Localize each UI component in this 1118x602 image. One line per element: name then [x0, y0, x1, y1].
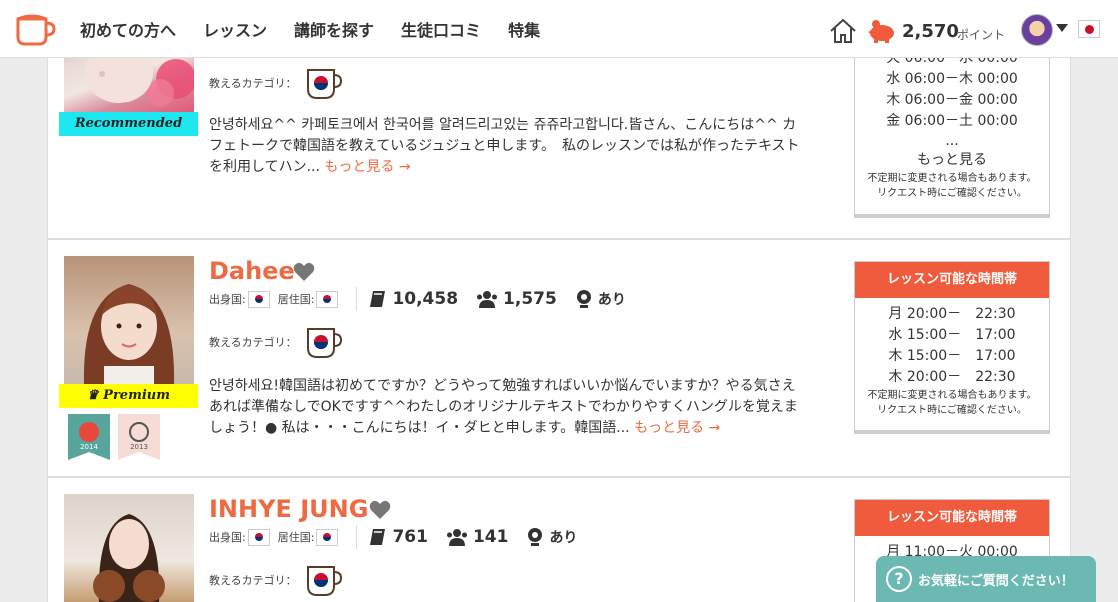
tutor-intro: 안녕하세요^^ 카페토크에서 한국어를 알려드리고있는 쥬쥬라고합니다.皆さん、…: [209, 115, 809, 178]
teach-category-label: 教えるカテゴリ：: [209, 77, 297, 90]
award-year: 2013: [130, 443, 148, 451]
nav-reviews[interactable]: 生徒口コミ: [401, 17, 481, 41]
student-count: 141: [446, 527, 509, 547]
tutor-photo[interactable]: [64, 256, 194, 384]
residence-label: 居住国:: [277, 293, 315, 306]
student-count-value: 1,575: [503, 289, 557, 309]
heart-icon[interactable]: [369, 500, 391, 520]
schedule-box: レッスン可能な時間帯 月 20:00－ 22:30 水 15:00－ 17:00…: [854, 261, 1050, 434]
residence-label: 居住国:: [277, 531, 315, 544]
student-count-value: 141: [472, 527, 509, 547]
nav-find-tutor[interactable]: 講師を探す: [294, 17, 374, 41]
schedule-slot: 月 20:00－ 22:30: [888, 306, 1016, 322]
teach-category: 教えるカテゴリ：: [209, 562, 343, 598]
book-icon: [370, 529, 386, 545]
award-year: 2014: [80, 443, 98, 451]
chevron-down-icon[interactable]: [1056, 24, 1068, 32]
camera-value: あり: [549, 530, 578, 546]
schedule-title: レッスン可能な時間帯: [855, 500, 1049, 536]
camera-available: あり: [575, 289, 626, 309]
nav-beginners[interactable]: 初めての方へ: [80, 17, 176, 41]
points-unit: ポイント: [957, 28, 1006, 42]
schedule-note: 不定期に変更される場合もあります。: [867, 173, 1037, 184]
book-icon: [370, 291, 386, 307]
schedule-note: リクエスト時にご確認ください。: [877, 405, 1027, 416]
divider: [356, 525, 358, 549]
ask-question-label: お気軽にご質問ください！: [918, 573, 1074, 589]
teach-category: 教えるカテゴリ：: [209, 65, 343, 101]
tutor-intro-text: 안녕하세요^^ 카페토크에서 한국어를 알려드리고있는 쥬쥬라고합니다.皆さん、…: [209, 117, 800, 175]
tutor-name[interactable]: Dahee: [209, 257, 295, 285]
question-icon: ?: [886, 566, 912, 592]
ask-question-button[interactable]: ? お気軽にご質問ください！: [876, 556, 1096, 602]
korea-flag-icon: [316, 528, 339, 546]
tutor-meta: 出身国: 居住国: 761 141 あり: [209, 525, 595, 549]
webcam-icon: [528, 528, 543, 546]
origin-label: 出身国:: [209, 293, 246, 306]
japan-flag-icon[interactable]: [1078, 20, 1100, 38]
lesson-count: 761: [369, 527, 428, 547]
points-value[interactable]: 2,570: [902, 21, 959, 42]
schedule-slot: 木 15:00－ 17:00: [888, 348, 1016, 364]
award-2014-icon: 2014: [68, 414, 110, 460]
korea-flag-icon: [247, 290, 270, 308]
tutor-intro: 안녕하세요!韓国語は初めてですか？どうやって勉強すればいいか悩んでいますか？やる…: [209, 376, 809, 439]
origin-label: 出身国:: [209, 531, 246, 544]
korea-flag-icon: [316, 290, 339, 308]
schedule-more-link[interactable]: もっと見る: [855, 150, 1049, 171]
main-nav: 初めての方へ レッスン 講師を探す 生徒口コミ 特集: [80, 0, 567, 58]
heart-icon[interactable]: [293, 262, 315, 282]
lesson-count-value: 10,458: [392, 289, 459, 309]
nav-features[interactable]: 特集: [508, 17, 540, 41]
schedule-slot: 木 20:00－ 22:30: [888, 369, 1016, 385]
tutor-meta: 出身国: 居住国: 10,458 1,575 あり: [209, 287, 644, 311]
schedule-note: リクエスト時にご確認ください。: [877, 188, 1027, 199]
teach-category-label: 教えるカテゴリ：: [209, 574, 297, 587]
korean-cup-icon: [306, 328, 342, 358]
schedule-slot: 水 06:00－木 00:00: [886, 71, 1018, 87]
more-link[interactable]: もっと見る →: [324, 159, 410, 175]
tutor-card: ♛ Premium 2014 2013 Dahee 出身国: 居住国: 10,4…: [47, 239, 1071, 477]
teach-category-label: 教えるカテゴリ：: [209, 336, 297, 349]
korea-flag-icon: [247, 528, 270, 546]
more-link[interactable]: もっと見る →: [634, 420, 720, 436]
users-icon: [446, 529, 467, 546]
premium-badge: ♛ Premium: [59, 384, 198, 408]
schedule-note: 不定期に変更される場合もあります。: [867, 390, 1037, 401]
users-icon: [477, 291, 498, 308]
korean-cup-icon: [306, 566, 342, 596]
lesson-count: 10,458: [369, 289, 458, 309]
schedule-slot: 木 06:00－金 00:00: [886, 92, 1018, 108]
korean-cup-icon: [306, 69, 342, 99]
teach-category: 教えるカテゴリ：: [209, 324, 343, 360]
tutor-photo[interactable]: [64, 494, 194, 602]
webcam-icon: [576, 290, 591, 308]
recommended-badge: Recommended: [59, 112, 198, 136]
schedule-slot: 水 15:00－ 17:00: [888, 327, 1016, 343]
student-count: 1,575: [476, 289, 557, 309]
lesson-count-value: 761: [392, 527, 428, 547]
home-icon[interactable]: [829, 18, 857, 44]
top-header: 初めての方へ レッスン 講師を探す 生徒口コミ 特集 2,570 ポイント: [0, 0, 1118, 58]
schedule-slot: 金 06:00－土 00:00: [886, 113, 1018, 129]
divider: [356, 287, 358, 311]
award-2013-icon: 2013: [118, 414, 160, 460]
cafetalk-logo-icon[interactable]: [14, 11, 56, 47]
tutor-name[interactable]: INHYE JUNG: [209, 495, 368, 523]
camera-value: あり: [597, 292, 626, 308]
nav-lessons[interactable]: レッスン: [203, 17, 267, 41]
schedule-title: レッスン可能な時間帯: [855, 262, 1049, 298]
piggy-bank-icon[interactable]: [866, 18, 898, 44]
schedule-ellipsis: ...: [945, 133, 959, 149]
user-avatar[interactable]: [1021, 14, 1053, 46]
camera-available: あり: [526, 527, 577, 547]
